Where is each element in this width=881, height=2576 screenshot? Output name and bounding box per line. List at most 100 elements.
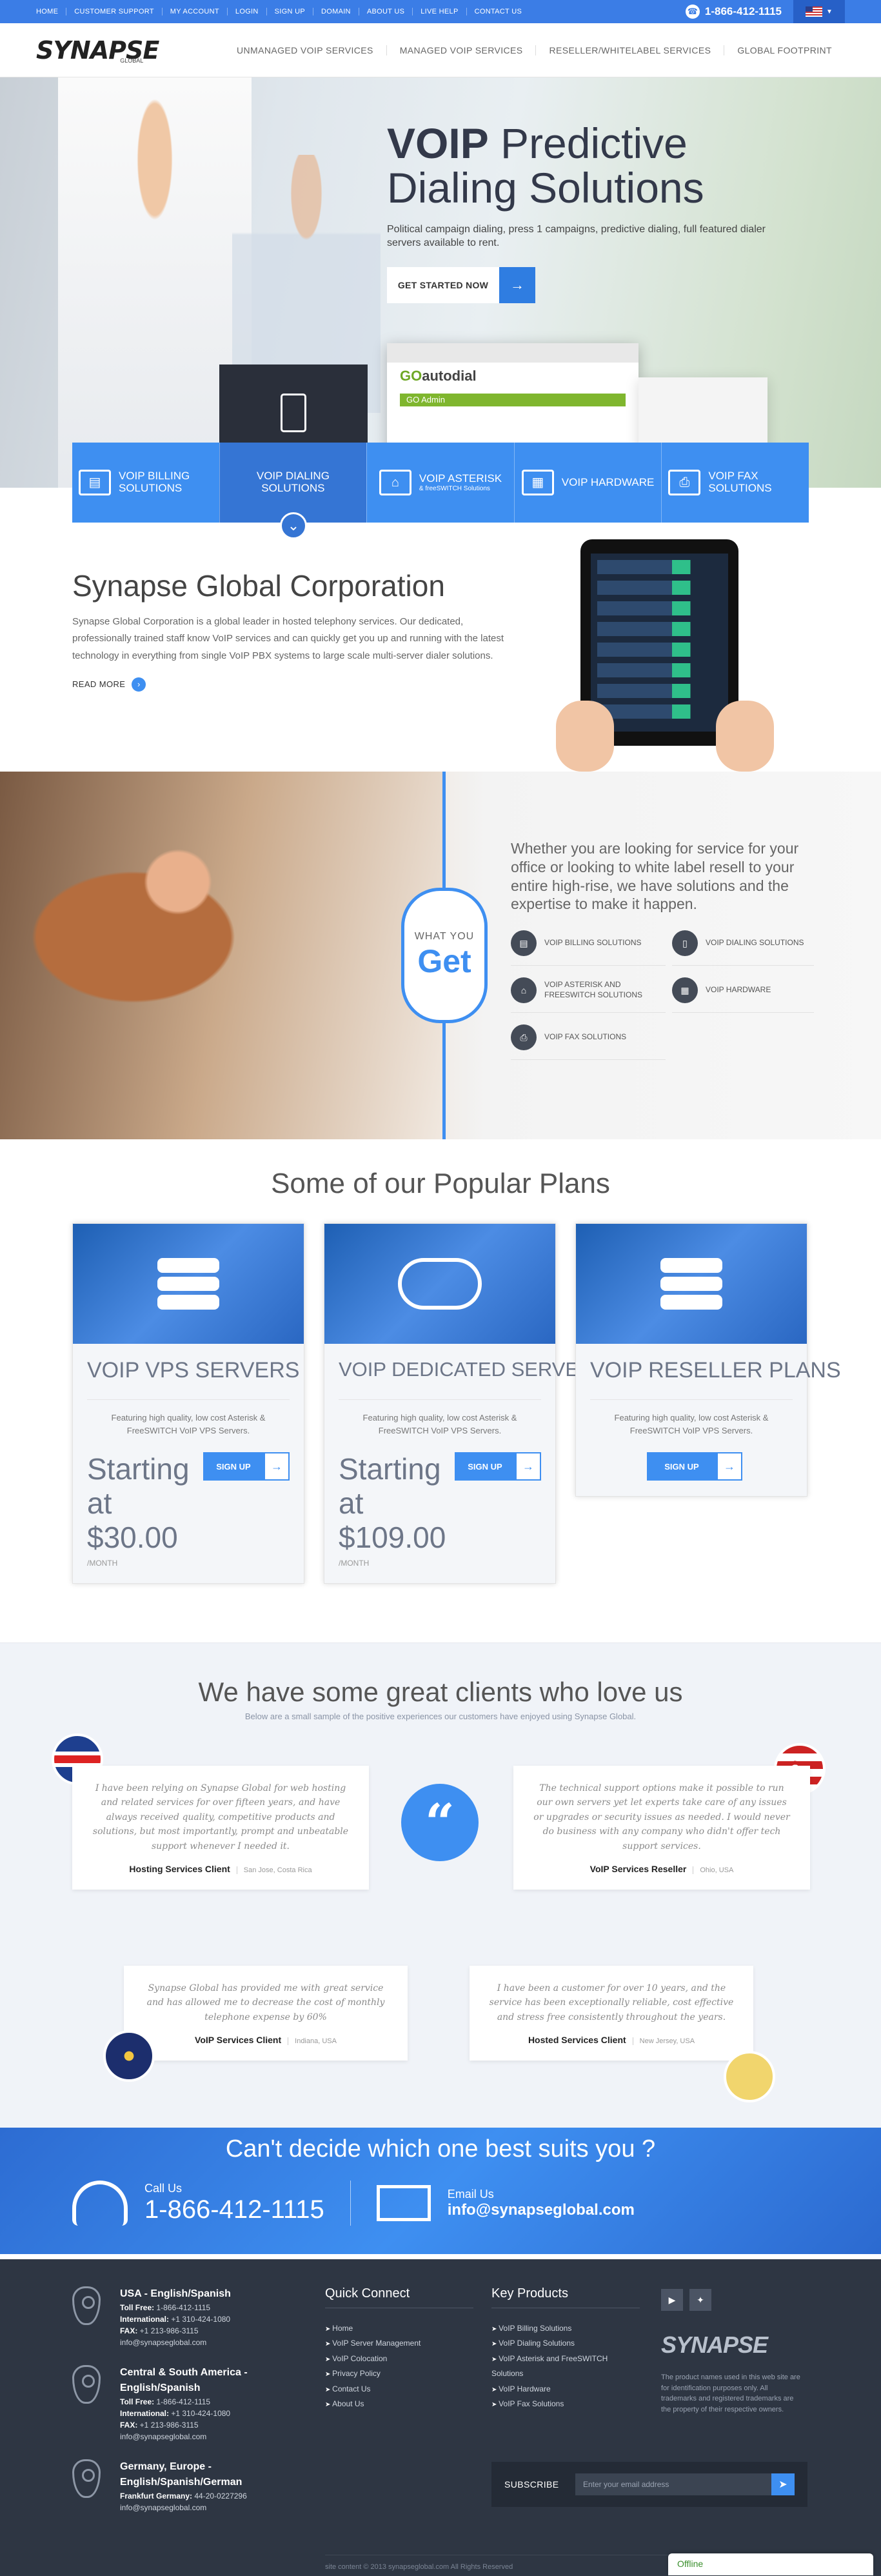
service-hardware[interactable]: ▦ VOIP HARDWARE: [513, 443, 662, 523]
nav-reseller[interactable]: RESELLER/WHITELABEL SERVICES: [535, 45, 724, 55]
top-link-login[interactable]: LOGIN: [226, 8, 266, 15]
service-dialing[interactable]: VOIP DIALING SOLUTIONS: [219, 443, 367, 523]
footer-link-server-mgmt[interactable]: VoIP Server Management: [325, 2336, 473, 2351]
wyg-item-dialing[interactable]: ▯ VOIP DIALING SOLUTIONS: [672, 930, 814, 966]
subscribe-form: SUBSCRIBE Enter your email address ➤: [491, 2462, 807, 2507]
top-link-about[interactable]: ABOUT US: [358, 8, 412, 15]
asterisk-icon: ⌂: [511, 977, 537, 1003]
top-phone[interactable]: ☎ 1-866-412-1115: [685, 5, 782, 19]
service-asterisk[interactable]: ⌂ VOIP ASTERISK & freeSWITCH Solutions: [366, 443, 514, 523]
location-email[interactable]: info@synapseglobal.com: [120, 2337, 231, 2348]
footer-disclaimer: The product names used in this web site …: [661, 2373, 800, 2413]
testimonial-author: VoIP Services Reseller Ohio, USA: [589, 1863, 734, 1874]
wyg-item-fax[interactable]: ⎙ VOIP FAX SOLUTIONS: [511, 1024, 666, 1060]
plan-signup-button[interactable]: SIGN UP →: [647, 1452, 742, 1481]
billing-icon: ▤: [79, 470, 111, 495]
new-jersey-flag-icon: [724, 2051, 775, 2102]
email-us-block[interactable]: Email Us info@synapseglobal.com: [448, 2188, 635, 2219]
location-email[interactable]: info@synapseglobal.com: [120, 2502, 304, 2513]
live-chat-widget[interactable]: Offline: [668, 2553, 873, 2575]
plan-card-reseller: VOIP RESELLER PLANS Featuring high quali…: [575, 1223, 841, 1497]
quick-connect-title: Quick Connect: [325, 2286, 473, 2308]
wyg-item-billing[interactable]: ▤ VOIP BILLING SOLUTIONS: [511, 930, 666, 966]
woman-photo: [0, 772, 445, 1139]
site-logo[interactable]: SYNAPSE GLOBAL: [36, 34, 191, 66]
arrow-right-icon: →: [515, 1452, 541, 1481]
top-link-signup[interactable]: SIGN UP: [266, 8, 313, 15]
footer-product-fax[interactable]: VoIP Fax Solutions: [491, 2397, 640, 2411]
location-email[interactable]: info@synapseglobal.com: [120, 2431, 304, 2442]
twitter-icon[interactable]: ✦: [689, 2289, 711, 2311]
top-link-domain[interactable]: DOMAIN: [313, 8, 359, 15]
plan-features: Featuring high quality, low cost Asteris…: [590, 1399, 793, 1448]
footer-product-dialing[interactable]: VoIP Dialing Solutions: [491, 2336, 640, 2351]
testimonial-author: VoIP Services Client Indiana, USA: [195, 2035, 337, 2046]
chip-icon: ▦: [521, 470, 554, 495]
us-flag-icon: [806, 6, 823, 17]
hero-title: VOIP Predictive Dialing Solutions: [387, 121, 800, 211]
language-selector[interactable]: ▼: [793, 0, 845, 23]
call-us-number: 1-866-412-1115: [144, 2195, 324, 2224]
top-link-account[interactable]: MY ACCOUNT: [161, 8, 227, 15]
main-nav: UNMANAGED VOIP SERVICES MANAGED VOIP SER…: [224, 45, 845, 55]
what-you-get-text: Whether you are looking for service for …: [511, 840, 799, 913]
nav-footprint[interactable]: GLOBAL FOOTPRINT: [724, 45, 845, 55]
testimonial-card: I have been relying on Synapse Global fo…: [72, 1766, 369, 1890]
plan-image-dedicated: [324, 1224, 555, 1344]
chevron-down-icon[interactable]: ⌄: [280, 512, 307, 539]
tablet-icon: [281, 394, 306, 432]
get-started-button[interactable]: GET STARTED NOW →: [387, 266, 535, 303]
footer-link-about[interactable]: About Us: [325, 2397, 473, 2411]
plan-image-reseller: [576, 1224, 807, 1344]
testimonial-quote: The technical support options make it po…: [533, 1783, 790, 1852]
top-phone-number: 1-866-412-1115: [704, 5, 782, 17]
testimonial-author: Hosted Services Client New Jersey, USA: [528, 2035, 695, 2046]
send-icon[interactable]: ➤: [771, 2473, 795, 2495]
envelope-icon: [376, 2185, 431, 2221]
footer-logo: SYNAPSE: [661, 2331, 768, 2358]
top-link-contact[interactable]: CONTACT US: [466, 8, 530, 15]
testimonial-card: The technical support options make it po…: [513, 1766, 810, 1890]
nav-managed[interactable]: MANAGED VOIP SERVICES: [386, 45, 536, 55]
wyg-item-asterisk[interactable]: ⌂ VOIP ASTERISK AND FREESWITCH SOLUTIONS: [511, 977, 666, 1013]
nav-unmanaged[interactable]: UNMANAGED VOIP SERVICES: [224, 45, 386, 55]
top-links: HOME CUSTOMER SUPPORT MY ACCOUNT LOGIN S…: [36, 8, 530, 15]
call-us-block[interactable]: Call Us 1-866-412-1115: [144, 2182, 324, 2224]
wyg-item-hardware[interactable]: ▦ VOIP HARDWARE: [672, 977, 814, 1013]
top-link-support[interactable]: CUSTOMER SUPPORT: [66, 8, 162, 15]
subscribe-email-input[interactable]: Enter your email address: [575, 2473, 771, 2495]
map-pin-icon: [72, 2459, 101, 2498]
quote-icon: “: [401, 1784, 479, 1861]
read-more-link[interactable]: READ MORE ›: [72, 677, 524, 692]
footer-link-contact[interactable]: Contact Us: [325, 2382, 473, 2397]
youtube-icon[interactable]: ▶: [661, 2289, 683, 2311]
footer-product-billing[interactable]: VoIP Billing Solutions: [491, 2321, 640, 2336]
server-icon: [157, 1258, 219, 1310]
top-link-home[interactable]: HOME: [36, 8, 66, 15]
top-link-livehelp[interactable]: LIVE HELP: [412, 8, 466, 15]
footer-link-colocation[interactable]: VoIP Colocation: [325, 2351, 473, 2366]
call-us-label: Call Us: [144, 2182, 183, 2195]
arrow-right-icon: ›: [132, 677, 146, 692]
plan-signup-button[interactable]: SIGN UP →: [203, 1452, 290, 1481]
phone-icon: ☎: [685, 5, 700, 19]
footer-product-asterisk[interactable]: VoIP Asterisk and FreeSWITCH Solutions: [491, 2351, 640, 2382]
hero-title-bold: VOIP: [387, 119, 489, 167]
testimonial-quote: Synapse Global has provided me with grea…: [146, 1983, 385, 2022]
service-fax[interactable]: ⎙ VOIP FAX SOLUTIONS: [661, 443, 809, 523]
footer-link-privacy[interactable]: Privacy Policy: [325, 2366, 473, 2381]
plan-name: VOIP RESELLER PLANS: [590, 1358, 841, 1383]
arrow-right-icon: →: [264, 1452, 290, 1481]
plan-name: VOIP DEDICATED SERVERS: [339, 1358, 607, 1381]
billing-icon: ▤: [511, 930, 537, 956]
footer-product-hardware[interactable]: VoIP Hardware: [491, 2382, 640, 2397]
main-header: SYNAPSE GLOBAL UNMANAGED VOIP SERVICES M…: [0, 23, 881, 77]
corporation-section: Synapse Global Corporation Synapse Globa…: [0, 488, 881, 772]
plan-signup-button[interactable]: SIGN UP →: [455, 1452, 541, 1481]
corp-description: Synapse Global Corporation is a global l…: [72, 616, 504, 661]
service-billing[interactable]: ▤ VOIP BILLING SOLUTIONS: [72, 443, 219, 523]
testimonial-quote: I have been a customer for over 10 years…: [489, 1983, 734, 2022]
what-you-get-badge: WHAT YOU Get: [401, 888, 488, 1023]
footer-link-home[interactable]: Home: [325, 2321, 473, 2336]
clients-section: We have some great clients who love us B…: [0, 1642, 881, 2128]
